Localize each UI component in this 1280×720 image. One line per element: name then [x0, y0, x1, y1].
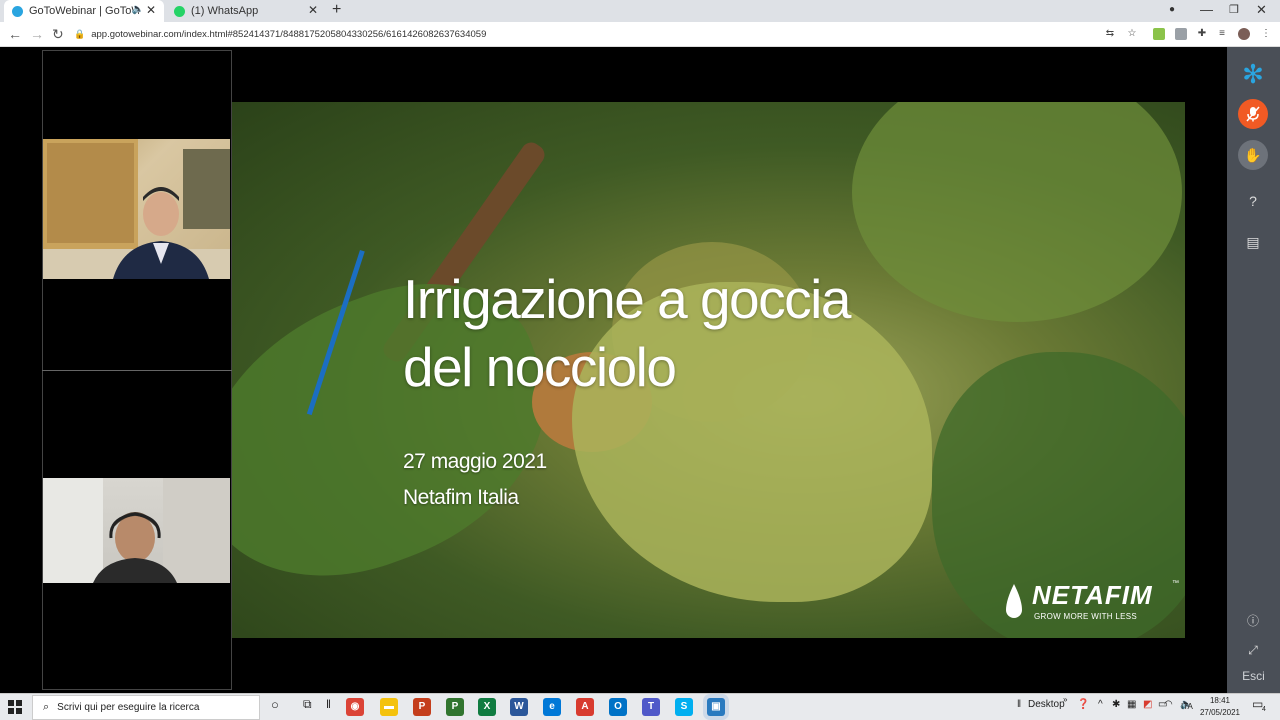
logo-name: NETAFIM — [1032, 580, 1153, 610]
acrobat-tray-icon[interactable]: ◩ — [1143, 699, 1152, 710]
reading-list-icon[interactable]: ≡ — [1216, 28, 1228, 40]
trademark-symbol: ™ — [1172, 580, 1179, 587]
file-explorer-app-icon[interactable]: ▬ — [380, 698, 398, 716]
gotowebinar-favicon-icon — [12, 5, 23, 17]
url-text: app.gotowebinar.com/index.html#852414371… — [91, 29, 487, 40]
forward-icon[interactable]: → — [30, 26, 44, 42]
presenter-video-icon — [43, 478, 230, 583]
menu-kebab-icon[interactable]: ⋮ — [1260, 28, 1272, 40]
translate-icon[interactable]: ⇆ — [1104, 28, 1116, 40]
webcam-divider — [42, 370, 232, 371]
cortana-icon[interactable]: ○ — [271, 697, 279, 712]
raise-hand-icon[interactable]: ✋ — [1238, 140, 1268, 170]
taskbar-search-box[interactable]: ⌕ Scrivi qui per eseguire la ricerca — [32, 695, 260, 720]
slide-organization: Netafim Italia — [403, 486, 519, 509]
tab-title: (1) WhatsApp — [191, 5, 259, 17]
show-hidden-icons-icon[interactable]: ^ — [1098, 699, 1103, 710]
gotowebinar-app-icon[interactable]: ▣ — [707, 698, 725, 716]
logo-tagline: GROW MORE WITH LESS — [1034, 612, 1138, 621]
powerpoint-app-icon[interactable]: P — [413, 698, 431, 716]
slide-title-line: Irrigazione a goccia — [403, 268, 851, 330]
whatsapp-favicon-icon — [174, 5, 185, 17]
word-app-icon[interactable]: W — [510, 698, 528, 716]
browser-toolbar: ← → ↻ 🔒 app.gotowebinar.com/index.html#8… — [0, 22, 1280, 47]
webcam-presenter-1[interactable] — [43, 139, 230, 279]
windows-taskbar: ⌕ Scrivi qui per eseguire la ricerca ○ ⧉… — [0, 693, 1280, 720]
search-placeholder: Scrivi qui per eseguire la ricerca — [57, 702, 200, 713]
chrome-app-icon[interactable]: ◉ — [346, 698, 364, 716]
desktop-toolbar[interactable]: Desktop — [1028, 699, 1065, 710]
webinar-control-sidebar: ✻ ✋ ? ▤ ⓘ ⤢ Esci — [1227, 47, 1280, 693]
browser-tab-strip: GoToWebinar | GoToWebinar 🔈 ✕ (1) WhatsA… — [0, 0, 1280, 22]
gotowebinar-logo-icon: ✻ — [1242, 58, 1264, 89]
close-tab-icon[interactable]: ✕ — [308, 3, 318, 17]
bookmark-star-icon[interactable]: ☆ — [1126, 28, 1138, 40]
tab-whatsapp[interactable]: (1) WhatsApp ✕ — [166, 0, 326, 22]
slide-title: Irrigazione a goccia del nocciolo — [403, 266, 1003, 401]
project-app-icon[interactable]: P — [446, 698, 464, 716]
profile-indicator-icon[interactable]: ● — [1169, 4, 1175, 15]
microphone-muted-icon[interactable] — [1238, 99, 1268, 129]
clock-time: 18:41 — [1209, 696, 1231, 705]
speaker-icon[interactable]: 🔈 — [132, 4, 144, 15]
help-icon[interactable]: ❓ — [1077, 699, 1089, 710]
close-tab-icon[interactable]: ✕ — [146, 3, 156, 17]
skype-app-icon[interactable]: S — [675, 698, 693, 716]
toolbar-expand-icon[interactable]: » — [1063, 695, 1067, 704]
network-tray-icon[interactable]: ✱ — [1112, 699, 1120, 710]
search-icon: ⌕ — [43, 701, 50, 713]
taskbar-clock[interactable]: 18:41 27/05/2021 — [1198, 695, 1242, 719]
lock-icon: 🔒 — [74, 29, 86, 39]
slide-title-line: del nocciolo — [403, 335, 677, 398]
language-indicator[interactable]: ITA — [1181, 702, 1193, 711]
clock-date: 27/05/2021 — [1199, 708, 1241, 717]
minimize-icon[interactable]: — — [1200, 2, 1213, 17]
extensions-puzzle-icon[interactable]: ✚ — [1196, 28, 1208, 40]
presenter-video-icon — [43, 139, 230, 279]
info-icon[interactable]: ⓘ — [1238, 605, 1268, 635]
excel-app-icon[interactable]: X — [478, 698, 496, 716]
webcam-presenter-2[interactable] — [43, 478, 230, 583]
windows-start-icon[interactable] — [8, 700, 22, 714]
slide-date: 27 maggio 2021 — [403, 450, 547, 473]
tab-gotowebinar[interactable]: GoToWebinar | GoToWebinar 🔈 ✕ — [4, 0, 164, 22]
presentation-slide: Irrigazione a goccia del nocciolo 27 mag… — [232, 102, 1185, 638]
taskbar-divider-icon: ‖ — [326, 697, 331, 711]
netafim-logo: NETAFIM ™ GROW MORE WITH LESS — [1004, 580, 1179, 630]
teams-app-icon[interactable]: T — [642, 698, 660, 716]
back-icon[interactable]: ← — [8, 26, 22, 42]
address-bar[interactable]: 🔒 app.gotowebinar.com/index.html#8524143… — [74, 25, 1148, 44]
reload-icon[interactable]: ↻ — [52, 26, 64, 43]
edge-app-icon[interactable]: e — [543, 698, 561, 716]
profile-avatar-icon[interactable] — [1238, 28, 1250, 40]
extension-icon[interactable] — [1175, 28, 1187, 40]
acrobat-app-icon[interactable]: A — [576, 698, 594, 716]
close-window-icon[interactable]: ✕ — [1256, 2, 1267, 18]
new-tab-button[interactable]: + — [332, 1, 341, 19]
task-view-icon[interactable]: ⧉ — [303, 697, 312, 712]
exit-button[interactable]: Esci — [1227, 669, 1280, 683]
desktop-toolbar-grip-icon: ‖ — [1017, 699, 1022, 710]
restore-icon[interactable]: ❐ — [1229, 3, 1239, 16]
questions-icon[interactable]: ? — [1238, 186, 1268, 216]
notification-count-badge: 4 — [1262, 706, 1266, 713]
handouts-icon[interactable]: ▤ — [1238, 227, 1268, 257]
water-drop-icon — [1006, 584, 1022, 618]
tray-app-icon[interactable]: ▦ — [1127, 699, 1136, 710]
outlook-app-icon[interactable]: O — [609, 698, 627, 716]
fullscreen-icon[interactable]: ⤢ — [1238, 635, 1268, 665]
wifi-icon[interactable]: ◠ — [1164, 699, 1173, 710]
tab-title: GoToWebinar | GoToWebinar — [29, 5, 139, 17]
extension-icon[interactable] — [1153, 28, 1165, 40]
